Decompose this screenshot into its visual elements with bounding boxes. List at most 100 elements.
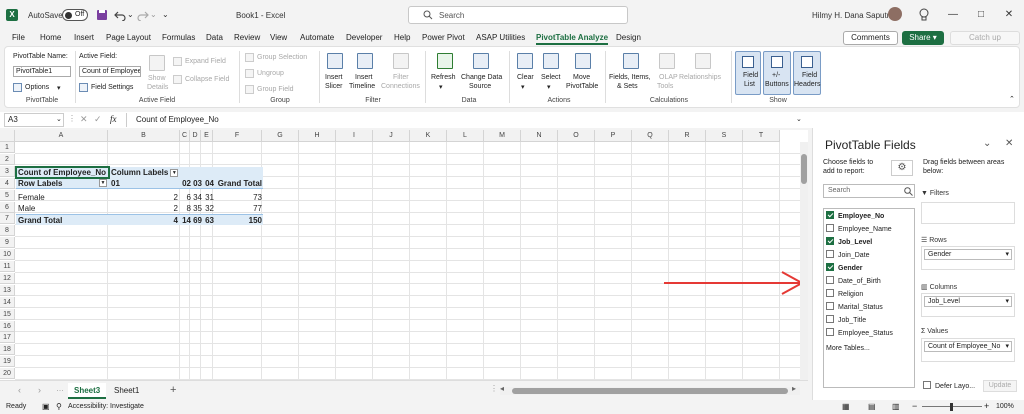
row-header-15[interactable]: 15 [0, 308, 15, 320]
column-header-j[interactable]: J [373, 130, 410, 142]
add-sheet-button[interactable]: + [170, 384, 176, 396]
update-button[interactable]: Update [983, 380, 1017, 392]
formula-content[interactable]: Count of Employee_No [136, 115, 219, 124]
options-button[interactable]: Options [25, 84, 49, 91]
defer-layout-checkbox[interactable]: Defer Layo... [923, 381, 975, 390]
field-item[interactable]: Job_Level [826, 237, 872, 249]
row-header-17[interactable]: 17 [0, 332, 15, 344]
options-dropdown-icon[interactable]: ▾ [57, 84, 61, 92]
field-item[interactable]: Date_of_Birth [826, 276, 881, 288]
menu-automate[interactable]: Automate [300, 33, 334, 42]
show-details-label-2[interactable]: Details [147, 84, 168, 91]
relationships-button[interactable]: Relationships [679, 74, 721, 81]
pivot-grand-total-cell[interactable]: 150 [214, 214, 263, 225]
pivot-col-header[interactable]: 04 [202, 178, 214, 189]
row-labels-filter-icon[interactable]: ▼ [99, 179, 107, 187]
column-header-m[interactable]: M [484, 130, 521, 142]
column-header-r[interactable]: R [669, 130, 706, 142]
column-header-k[interactable]: K [410, 130, 447, 142]
row-header-2[interactable]: 2 [0, 153, 15, 165]
clear-button[interactable]: Clear [517, 74, 534, 81]
row-header-12[interactable]: 12 [0, 272, 15, 284]
row-header-20[interactable]: 20 [0, 368, 15, 380]
field-checkbox[interactable] [826, 289, 834, 298]
menu-pivottable-analyze[interactable]: PivotTable Analyze [536, 33, 609, 45]
column-header-n[interactable]: N [521, 130, 558, 142]
pivot-row-label[interactable]: Male [18, 203, 108, 214]
values-drop-area[interactable]: Count of Employee_No ▾ [921, 338, 1015, 362]
menu-page-layout[interactable]: Page Layout [106, 33, 151, 42]
column-labels-filter-icon[interactable]: ▼ [170, 168, 179, 177]
save-icon[interactable] [96, 9, 108, 21]
column-header-f[interactable]: F [213, 130, 262, 142]
customize-toolbar-icon[interactable]: ⌄ [162, 10, 169, 19]
active-field-input[interactable]: Count of Employee_No [79, 66, 141, 77]
gear-icon[interactable]: ⚙ [891, 160, 913, 176]
share-button[interactable]: Share ▾ [902, 31, 944, 45]
olap-tools-label-2[interactable]: Tools [657, 83, 673, 90]
defer-checkbox[interactable] [923, 381, 931, 389]
pane-options-chevron-icon[interactable]: ⌄ [983, 138, 991, 149]
row-header-9[interactable]: 9 [0, 237, 15, 249]
field-item[interactable]: Job_Title [826, 315, 866, 327]
accessibility-icon[interactable]: ⚲ [56, 402, 62, 411]
collapse-field-button[interactable]: Collapse Field [185, 76, 229, 83]
cancel-icon[interactable]: ✕ [80, 114, 88, 125]
move-pivottable-label-2[interactable]: PivotTable [566, 83, 598, 90]
zoom-in-icon[interactable]: + [984, 401, 989, 411]
menu-insert[interactable]: Insert [74, 33, 94, 42]
move-pivottable-label-1[interactable]: Move [573, 74, 590, 81]
scroll-left-icon[interactable]: ‹ [18, 385, 21, 395]
undo-dropdown-icon[interactable]: ⌄ [127, 10, 134, 19]
row-header-14[interactable]: 14 [0, 296, 15, 308]
row-header-3[interactable]: 3 [0, 165, 15, 177]
pivot-column-labels[interactable]: Column Labels ▼ [109, 167, 263, 178]
field-item[interactable]: Employee_No [826, 211, 884, 223]
pivot-col-header[interactable]: 01 [109, 178, 181, 189]
row-header-8[interactable]: 8 [0, 225, 15, 237]
more-sheets-icon[interactable]: … [56, 384, 64, 393]
filter-connections-label-2[interactable]: Connections [381, 83, 420, 90]
page-break-view-icon[interactable]: ▥ [892, 402, 900, 411]
row-header-10[interactable]: 10 [0, 249, 15, 261]
column-header-g[interactable]: G [262, 130, 299, 142]
field-checkbox[interactable] [826, 328, 834, 337]
row-header-11[interactable]: 11 [0, 261, 15, 272]
avatar[interactable] [888, 7, 902, 21]
row-header-16[interactable]: 16 [0, 320, 15, 332]
macro-record-icon[interactable]: ▣ [42, 402, 50, 411]
menu-home[interactable]: Home [40, 33, 61, 42]
field-checkbox[interactable] [826, 237, 834, 246]
field-checkbox[interactable] [826, 302, 834, 311]
column-header-h[interactable]: H [299, 130, 336, 142]
column-header-l[interactable]: L [447, 130, 484, 142]
enter-icon[interactable]: ✓ [94, 114, 102, 125]
pivot-cell[interactable]: 31 [202, 192, 214, 203]
sheet-tab-sheet3[interactable]: Sheet3 [68, 383, 107, 399]
row-header-6[interactable]: 6 [0, 201, 15, 213]
filter-connections-label-1[interactable]: Filter [393, 74, 409, 81]
field-checkbox[interactable] [826, 211, 834, 220]
columns-drop-area[interactable]: Job_Level ▾ [921, 293, 1015, 317]
columns-field-pill[interactable]: Job_Level ▾ [924, 296, 1012, 307]
name-box-dropdown-icon[interactable]: ⌄ [56, 115, 62, 123]
row-header-13[interactable]: 13 [0, 284, 15, 296]
column-header-c[interactable]: C [180, 130, 190, 142]
scroll-right-arrow-icon[interactable]: ▸ [792, 384, 796, 393]
pivot-row-labels[interactable]: Row Labels ▼ [16, 178, 109, 189]
menu-developer[interactable]: Developer [346, 33, 382, 42]
menu-review[interactable]: Review [234, 33, 260, 42]
row-header-7[interactable]: 7 [0, 213, 15, 225]
select-all-corner[interactable] [0, 130, 15, 142]
pivot-grand-total-label[interactable]: Grand Total [16, 214, 109, 225]
menu-formulas[interactable]: Formulas [162, 33, 195, 42]
column-header-t[interactable]: T [743, 130, 780, 142]
minimize-button[interactable]: — [944, 6, 962, 24]
pivot-cell[interactable]: 2 [109, 192, 178, 203]
column-header-e[interactable]: E [201, 130, 213, 142]
sheet-tab-sheet1[interactable]: Sheet1 [108, 383, 145, 399]
field-item[interactable]: Employee_Name [826, 224, 892, 236]
field-item[interactable]: Gender [826, 263, 863, 275]
row-header-5[interactable]: 5 [0, 189, 15, 201]
row-header-4[interactable]: 4 [0, 177, 15, 189]
